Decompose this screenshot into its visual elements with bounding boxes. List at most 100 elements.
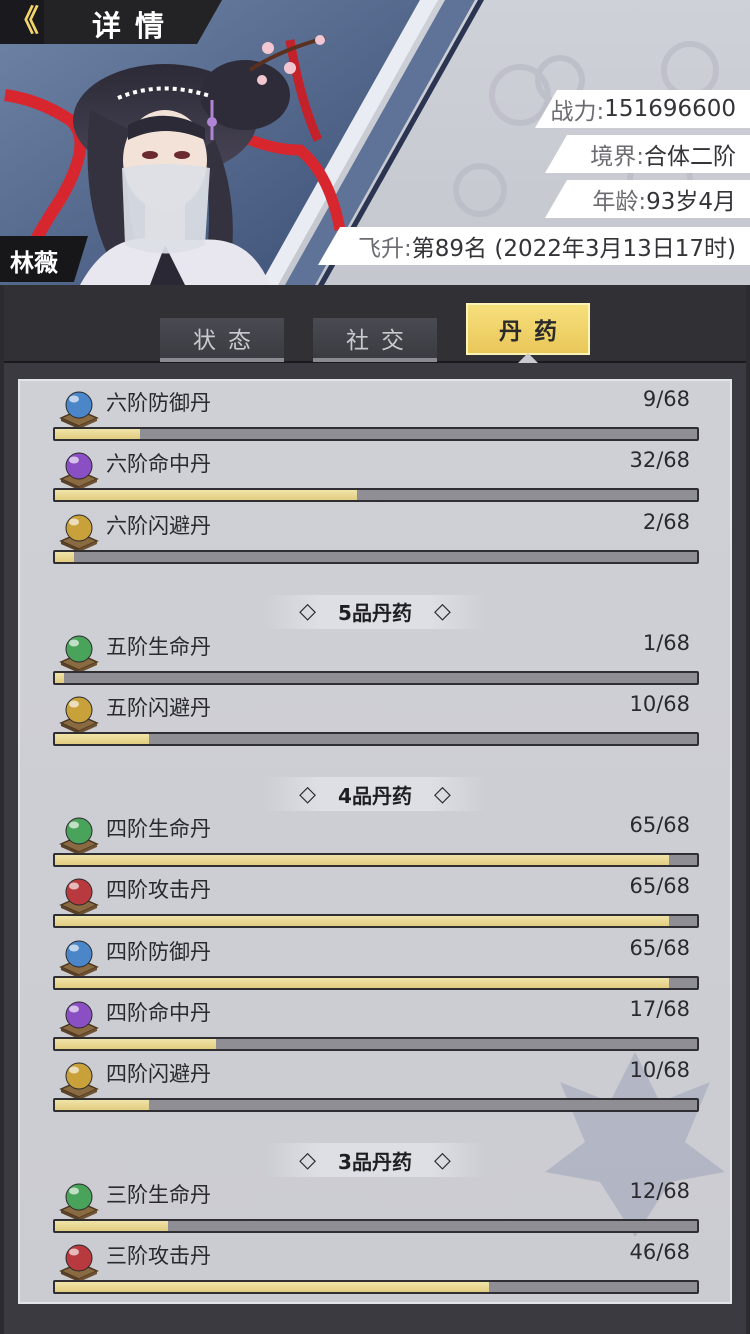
stat-power: 战力: 151696600 <box>535 90 750 128</box>
progress-bar <box>53 731 699 746</box>
pill-row[interactable]: 四阶闪避丹 10/68 <box>20 1054 730 1116</box>
gold-pill-icon <box>59 514 99 551</box>
pill-name: 五阶闪避丹 <box>106 695 211 720</box>
red-pill-icon <box>59 1244 99 1282</box>
pill-name: 三阶生命丹 <box>106 1183 211 1208</box>
progress-bar-fill <box>55 490 358 501</box>
pill-row[interactable]: 三阶攻击丹 46/68 <box>20 1236 730 1298</box>
section-left-diamond-icon: ◇ <box>299 781 317 807</box>
stat-age: 年龄: 93岁4月 <box>545 180 750 218</box>
stat-power-value: 151696600 <box>604 96 736 122</box>
pill-list-content: 六阶防御丹 9/68 六阶命中丹 32/68 六阶闪避丹 2/68 ◇ 5品丹药 ◇ 五阶生命丹 1… <box>20 381 730 1302</box>
purple-pill-icon <box>59 452 99 490</box>
section-right-diamond-icon: ◇ <box>433 781 451 807</box>
progress-bar <box>53 975 699 990</box>
pill-name: 六阶防御丹 <box>106 391 211 415</box>
pill-count: 12/68 <box>629 1179 690 1204</box>
section-header: ◇ 4品丹药 ◇ <box>265 777 485 812</box>
back-chevron-icon: 《 <box>9 4 39 39</box>
pill-count: 65/68 <box>629 874 690 899</box>
tab-bar: 状态 社交 丹药 <box>4 285 746 363</box>
progress-bar <box>53 1219 699 1234</box>
red-pill-icon <box>59 878 99 916</box>
pill-row[interactable]: 四阶防御丹 65/68 <box>20 932 730 994</box>
pill-row[interactable]: 四阶攻击丹 65/68 <box>20 870 730 932</box>
progress-bar <box>53 427 699 441</box>
section-right-diamond-icon: ◇ <box>433 1147 451 1173</box>
pill-count: 2/68 <box>642 509 690 534</box>
section-title: 4品丹药 <box>338 783 412 808</box>
section-right-diamond-icon: ◇ <box>433 599 451 625</box>
progress-bar-fill <box>55 977 669 988</box>
pill-name: 六阶命中丹 <box>106 452 211 477</box>
stat-ascension-value: 第89名 (2022年3月13日17时) <box>411 236 736 262</box>
stat-ascension: 飞升: 第89名 (2022年3月13日17时) <box>318 227 750 265</box>
progress-bar-fill <box>55 1221 169 1232</box>
pill-count: 10/68 <box>629 1058 690 1083</box>
pill-name: 六阶闪避丹 <box>106 513 211 538</box>
section-title: 5品丹药 <box>338 601 412 626</box>
progress-bar-fill <box>55 429 140 439</box>
progress-bar <box>53 549 699 564</box>
character-name: 林薇 <box>10 249 58 277</box>
pill-name: 四阶防御丹 <box>106 939 211 964</box>
progress-bar-fill <box>55 1038 216 1049</box>
tab-pills-label: 丹药 <box>499 319 569 345</box>
pill-list[interactable]: 六阶防御丹 9/68 六阶命中丹 32/68 六阶闪避丹 2/68 ◇ 5品丹药 ◇ 五阶生命丹 1… <box>18 379 732 1304</box>
section-left-diamond-icon: ◇ <box>299 1147 317 1173</box>
pill-row[interactable]: 四阶命中丹 17/68 <box>20 993 730 1055</box>
pill-row[interactable]: 六阶闪避丹 2/68 <box>20 506 730 568</box>
green-pill-icon <box>59 635 99 672</box>
blue-pill-icon <box>59 391 99 428</box>
pill-row[interactable]: 四阶生命丹 65/68 <box>20 809 730 871</box>
section-header: ◇ 3品丹药 ◇ <box>265 1143 485 1178</box>
progress-bar-fill <box>55 551 74 562</box>
stat-age-value: 93岁4月 <box>646 189 736 215</box>
pill-row[interactable]: 五阶生命丹 1/68 <box>20 627 730 689</box>
stat-ascension-label: 飞升: <box>358 236 412 262</box>
pill-count: 65/68 <box>629 812 690 837</box>
pill-name: 四阶命中丹 <box>106 1000 211 1025</box>
pill-count: 1/68 <box>642 630 690 655</box>
tab-social[interactable]: 社交 <box>313 318 437 362</box>
green-pill-icon <box>59 1183 99 1221</box>
stat-power-label: 战力: <box>550 99 605 125</box>
section-header: ◇ 5品丹药 ◇ <box>265 594 485 629</box>
stat-realm-value: 合体二阶 <box>644 144 736 170</box>
blue-pill-icon <box>59 940 99 977</box>
pill-row[interactable]: 六阶防御丹 9/68 <box>20 383 730 445</box>
pill-name: 四阶生命丹 <box>106 816 211 841</box>
back-button[interactable]: 《 <box>0 0 48 44</box>
progress-bar-fill <box>55 916 669 927</box>
gold-pill-icon <box>59 1062 99 1100</box>
progress-bar-fill <box>55 854 669 865</box>
purple-pill-icon <box>59 1001 99 1038</box>
pill-row[interactable]: 五阶闪避丹 10/68 <box>20 688 730 750</box>
progress-bar <box>53 914 699 929</box>
progress-bar <box>53 1098 699 1113</box>
tab-pills[interactable]: 丹药 <box>466 303 590 355</box>
progress-bar <box>53 488 699 503</box>
page-title: 详情 <box>92 9 179 43</box>
pill-count: 9/68 <box>642 387 690 411</box>
pill-row[interactable]: 三阶生命丹 12/68 <box>20 1175 730 1237</box>
pill-count: 46/68 <box>629 1240 690 1265</box>
stat-age-label: 年龄: <box>592 189 647 215</box>
progress-bar-fill <box>55 733 150 744</box>
pill-count: 10/68 <box>629 691 690 716</box>
gold-pill-icon <box>59 696 99 733</box>
pill-row[interactable]: 六阶命中丹 32/68 <box>20 444 730 506</box>
tab-status[interactable]: 状态 <box>160 318 284 362</box>
progress-bar <box>53 1280 699 1295</box>
character-header: 《 详情 林薇 战力: 151696600 境界: 合体二阶 年龄: 93岁4月… <box>0 0 750 285</box>
progress-bar-fill <box>55 672 65 683</box>
section-left-diamond-icon: ◇ <box>299 599 317 625</box>
progress-bar <box>53 852 699 867</box>
section-title: 3品丹药 <box>338 1149 412 1174</box>
pill-count: 17/68 <box>629 996 690 1021</box>
pill-count: 65/68 <box>629 935 690 960</box>
pill-name: 五阶生命丹 <box>106 634 211 659</box>
stat-realm: 境界: 合体二阶 <box>545 135 750 173</box>
progress-bar <box>53 670 699 685</box>
tab-social-label: 社交 <box>346 328 416 354</box>
